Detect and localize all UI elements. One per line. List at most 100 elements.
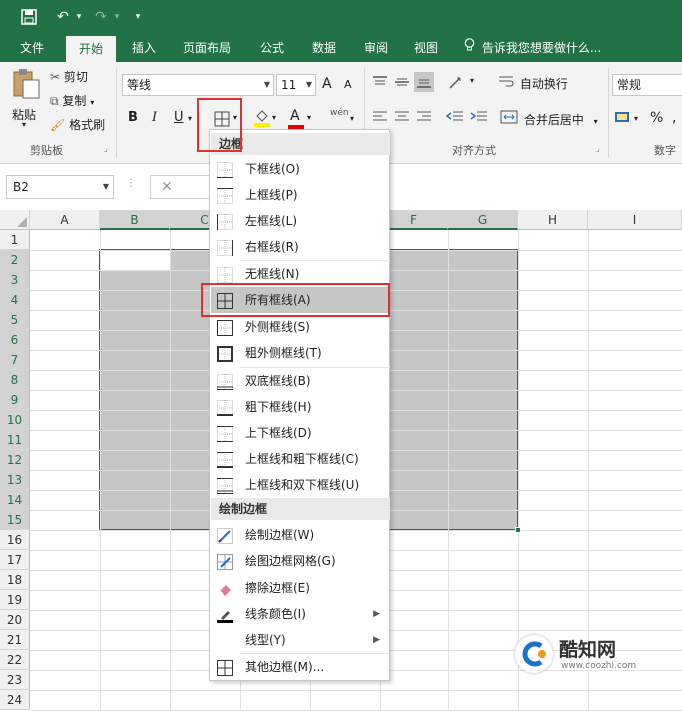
menu-item-draw-border[interactable]: 绘制边框(W): [211, 522, 390, 548]
paste-button[interactable]: 粘贴 ▾: [8, 68, 44, 129]
undo-icon[interactable]: ↶: [52, 6, 74, 28]
menu-item-top-thick-bottom-border[interactable]: 上框线和粗下框线(C): [211, 446, 390, 472]
copy-button[interactable]: ⧉ 复制 ▾: [50, 92, 94, 109]
font-name-combo[interactable]: 等线 ▼: [122, 74, 274, 96]
merge-center-dropdown-icon[interactable]: ▾: [594, 117, 598, 126]
menu-item-bottom-double-border[interactable]: 双底框线(B): [211, 368, 390, 394]
phonetic-button[interactable]: wén: [330, 108, 349, 118]
chevron-down-icon[interactable]: ▼: [103, 176, 109, 198]
select-all-corner[interactable]: [0, 210, 30, 230]
decrease-indent-icon[interactable]: [445, 110, 464, 127]
row-header-17[interactable]: 17: [0, 550, 30, 570]
italic-button[interactable]: I: [152, 110, 157, 125]
fill-handle[interactable]: [515, 527, 521, 533]
menu-item-thick-box-border[interactable]: 粗外侧框线(T): [211, 340, 390, 366]
row-header-24[interactable]: 24: [0, 690, 30, 710]
font-color-dropdown-icon[interactable]: ▾: [307, 113, 311, 122]
row-header-9[interactable]: 9: [0, 390, 30, 410]
wrap-text-button[interactable]: 自动换行: [498, 74, 568, 92]
accounting-dropdown-icon[interactable]: ▾: [634, 114, 638, 123]
bold-button[interactable]: B: [128, 110, 138, 125]
row-header-1[interactable]: 1: [0, 230, 30, 250]
row-header-16[interactable]: 16: [0, 530, 30, 550]
tab-home[interactable]: 开始: [66, 36, 116, 62]
redo-dropdown-icon[interactable]: ▾: [112, 6, 122, 28]
row-header-2[interactable]: 2: [0, 250, 30, 270]
row-header-6[interactable]: 6: [0, 330, 30, 350]
align-bottom-icon[interactable]: [414, 72, 434, 92]
menu-item-line-color[interactable]: 线条颜色(I) ▶: [211, 601, 390, 627]
menu-item-right-border[interactable]: 右框线(R): [211, 234, 390, 260]
menu-item-top-double-bottom-border[interactable]: 上框线和双下框线(U): [211, 472, 390, 498]
menu-item-left-border[interactable]: 左框线(L): [211, 208, 390, 234]
customize-qat-icon[interactable]: ▾: [132, 6, 144, 28]
active-cell[interactable]: [101, 251, 170, 270]
number-format-combo[interactable]: 常规: [612, 74, 682, 96]
menu-item-draw-border-grid[interactable]: 绘图边框网格(G): [211, 548, 390, 574]
align-left-icon[interactable]: [372, 110, 388, 127]
row-header-15[interactable]: 15: [0, 510, 30, 530]
align-top-icon[interactable]: [372, 74, 388, 93]
undo-dropdown-icon[interactable]: ▾: [74, 6, 84, 28]
tab-data[interactable]: 数据: [302, 34, 346, 62]
column-header-i[interactable]: I: [588, 210, 682, 230]
clipboard-launcher-icon[interactable]: ⌟: [104, 144, 108, 153]
column-header-g[interactable]: G: [448, 210, 518, 230]
shrink-font-button[interactable]: A: [344, 78, 352, 91]
align-right-icon[interactable]: [416, 110, 432, 127]
orientation-dropdown-icon[interactable]: ▾: [470, 76, 474, 85]
row-header-20[interactable]: 20: [0, 610, 30, 630]
name-box[interactable]: B2 ▼: [6, 175, 114, 199]
align-middle-icon[interactable]: [394, 74, 410, 93]
column-header-a[interactable]: A: [30, 210, 100, 230]
row-header-23[interactable]: 23: [0, 670, 30, 690]
menu-item-outside-borders[interactable]: 外侧框线(S): [211, 314, 390, 340]
format-painter-button[interactable]: 🖌 格式刷: [50, 116, 105, 133]
row-header-22[interactable]: 22: [0, 650, 30, 670]
row-header-18[interactable]: 18: [0, 570, 30, 590]
row-header-21[interactable]: 21: [0, 630, 30, 650]
font-size-combo[interactable]: 11 ▼: [276, 74, 316, 96]
align-center-icon[interactable]: [394, 110, 410, 127]
alignment-launcher-icon[interactable]: ⌟: [596, 144, 600, 153]
underline-button[interactable]: U: [174, 110, 184, 125]
copy-dropdown-icon[interactable]: ▾: [90, 98, 94, 107]
orientation-icon[interactable]: [448, 74, 468, 93]
row-header-4[interactable]: 4: [0, 290, 30, 310]
menu-item-top-bottom-border[interactable]: 上下框线(D): [211, 420, 390, 446]
percent-button[interactable]: %: [650, 110, 663, 126]
tell-me-box[interactable]: 告诉我您想要做什么...: [464, 34, 601, 62]
tab-review[interactable]: 审阅: [354, 34, 398, 62]
row-header-3[interactable]: 3: [0, 270, 30, 290]
increase-indent-icon[interactable]: [470, 110, 488, 127]
fill-color-dropdown-icon[interactable]: ▾: [272, 113, 276, 122]
menu-item-thick-bottom-border[interactable]: 粗下框线(H): [211, 394, 390, 420]
row-header-5[interactable]: 5: [0, 310, 30, 330]
menu-item-line-style[interactable]: 线型(Y) ▶: [211, 627, 390, 653]
row-header-12[interactable]: 12: [0, 450, 30, 470]
row-header-7[interactable]: 7: [0, 350, 30, 370]
paste-dropdown-icon[interactable]: ▾: [22, 120, 26, 129]
row-header-13[interactable]: 13: [0, 470, 30, 490]
tab-file[interactable]: 文件: [8, 34, 56, 62]
merge-center-button[interactable]: 合并后居中 ▾: [500, 110, 598, 128]
column-header-h[interactable]: H: [518, 210, 588, 230]
column-header-f[interactable]: F: [380, 210, 448, 230]
menu-item-bottom-border[interactable]: 下框线(O): [211, 156, 390, 182]
tab-page-layout[interactable]: 页面布局: [174, 34, 240, 62]
column-header-b[interactable]: B: [100, 210, 170, 230]
menu-item-erase-border[interactable]: 擦除边框(E): [211, 575, 390, 601]
redo-icon[interactable]: ↷: [90, 6, 112, 28]
phonetic-dropdown-icon[interactable]: ▾: [350, 114, 354, 123]
tab-insert[interactable]: 插入: [122, 34, 166, 62]
cancel-icon[interactable]: ✕: [161, 179, 173, 195]
comma-style-button[interactable]: ,: [672, 110, 676, 126]
row-header-19[interactable]: 19: [0, 590, 30, 610]
row-header-10[interactable]: 10: [0, 410, 30, 430]
menu-item-more-borders[interactable]: 其他边框(M)...: [211, 654, 390, 680]
underline-dropdown-icon[interactable]: ▾: [188, 114, 192, 123]
row-header-14[interactable]: 14: [0, 490, 30, 510]
row-header-8[interactable]: 8: [0, 370, 30, 390]
save-icon[interactable]: [18, 6, 40, 28]
cut-button[interactable]: ✂ 剪切: [50, 68, 88, 85]
